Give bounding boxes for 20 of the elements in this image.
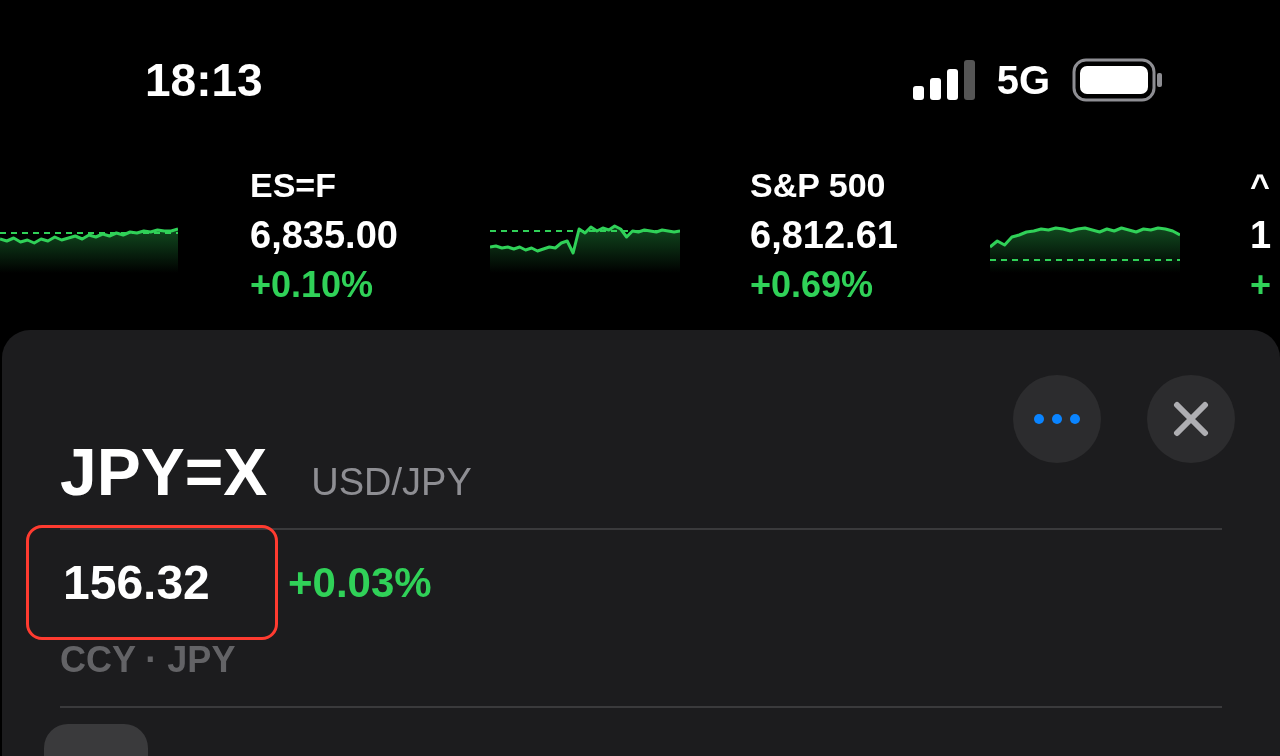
quote-price: 156.32 xyxy=(63,554,210,611)
signal-icon xyxy=(912,60,975,100)
quote-pair: USD/JPY xyxy=(311,460,472,505)
ticker-change: + xyxy=(1250,263,1273,307)
exchange-label: CCY · JPY xyxy=(60,640,237,680)
ticker-price: 6,812.61 xyxy=(750,213,899,258)
clock-time: 18:13 xyxy=(145,52,263,108)
network-label: 5G xyxy=(996,57,1050,104)
ticker-price: 1 xyxy=(1250,213,1273,258)
ticker-price: 6,835.00 xyxy=(250,213,399,258)
quote-symbol: JPY=X xyxy=(60,437,268,507)
quote-change: +0.03% xyxy=(288,558,432,608)
battery-icon xyxy=(1072,58,1164,102)
ticker-change: +0.10% xyxy=(250,263,375,307)
ticker-change: +0.69% xyxy=(750,263,875,307)
ticker-symbol[interactable]: ^ xyxy=(1250,160,1280,210)
ticker-symbol[interactable]: S&P 500 xyxy=(750,160,990,210)
close-icon xyxy=(1173,401,1209,437)
more-icon xyxy=(1034,414,1080,424)
ticker-symbol[interactable]: ES=F xyxy=(250,160,490,210)
